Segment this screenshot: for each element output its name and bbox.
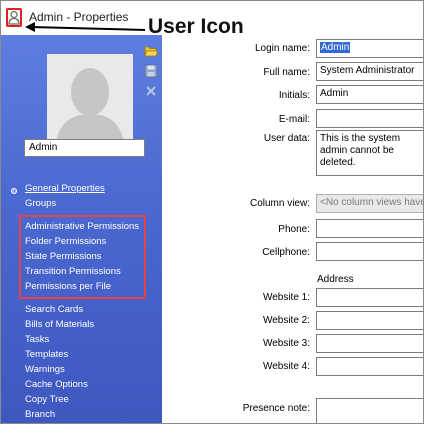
folder-open-icon[interactable] [144, 44, 159, 58]
website2-field[interactable] [316, 311, 423, 330]
annotation-label: User Icon [148, 15, 244, 38]
address-heading: Address [317, 274, 354, 285]
website1-field[interactable] [316, 288, 423, 307]
sidebar: Admin General Properties Groups Administ… [1, 35, 162, 423]
initials-field[interactable]: Admin [316, 85, 423, 104]
email-field[interactable] [316, 109, 423, 128]
nav-cache-options[interactable]: Cache Options [25, 379, 88, 390]
nav-search-cards[interactable]: Search Cards [25, 304, 83, 315]
nav-permissions-per-file[interactable]: Permissions per File [25, 281, 111, 292]
avatar [47, 54, 133, 150]
nav-warnings[interactable]: Warnings [25, 364, 65, 375]
nav-administrative-permissions[interactable]: Administrative Permissions [25, 221, 139, 232]
nav-transition-permissions[interactable]: Transition Permissions [25, 266, 121, 277]
nav-general-properties[interactable]: General Properties [25, 183, 105, 194]
nav-bills-of-materials[interactable]: Bills of Materials [25, 319, 94, 330]
email-label: E-mail: [278, 114, 310, 125]
initials-label: Initials: [278, 90, 310, 101]
delete-icon[interactable] [144, 84, 158, 98]
nav-folder-permissions[interactable]: Folder Permissions [25, 236, 106, 247]
full-name-label: Full name: [263, 67, 310, 78]
website4-label: Website 4: [262, 361, 310, 372]
save-icon[interactable] [144, 64, 158, 78]
column-view-select[interactable]: <No column views have b [316, 194, 423, 213]
nav-copy-tree[interactable]: Copy Tree [25, 394, 69, 405]
nav-state-permissions[interactable]: State Permissions [25, 251, 102, 262]
nav-tasks[interactable]: Tasks [25, 334, 49, 345]
website1-label: Website 1: [262, 292, 310, 303]
cellphone-field[interactable] [316, 242, 423, 261]
login-name-label: Login name: [254, 43, 310, 54]
full-name-field[interactable]: System Administrator [316, 62, 423, 81]
active-bullet-icon [11, 188, 17, 194]
user-data-field[interactable]: This is the system admin cannot be delet… [316, 130, 423, 176]
user-name-field[interactable]: Admin [24, 139, 145, 157]
cellphone-label: Cellphone: [262, 247, 310, 258]
user-data-label: User data: [263, 133, 310, 144]
website3-label: Website 3: [262, 338, 310, 349]
phone-label: Phone: [278, 224, 310, 235]
nav-templates[interactable]: Templates [25, 349, 68, 360]
nav-branch[interactable]: Branch [25, 409, 55, 420]
website4-field[interactable] [316, 357, 423, 376]
presence-note-label: Presence note: [242, 403, 310, 414]
login-name-value: Admin [320, 42, 351, 53]
presence-note-field[interactable] [316, 398, 423, 423]
login-name-field[interactable]: Admin [316, 39, 423, 58]
user-icon [6, 8, 22, 27]
column-view-label: Column view: [249, 198, 310, 209]
properties-window: Admin - Properties User Icon Admin Gener… [0, 0, 424, 424]
phone-field[interactable] [316, 219, 423, 238]
title-bar: Admin - Properties User Icon [1, 1, 423, 38]
nav-groups[interactable]: Groups [25, 198, 56, 209]
website3-field[interactable] [316, 334, 423, 353]
website2-label: Website 2: [262, 315, 310, 326]
